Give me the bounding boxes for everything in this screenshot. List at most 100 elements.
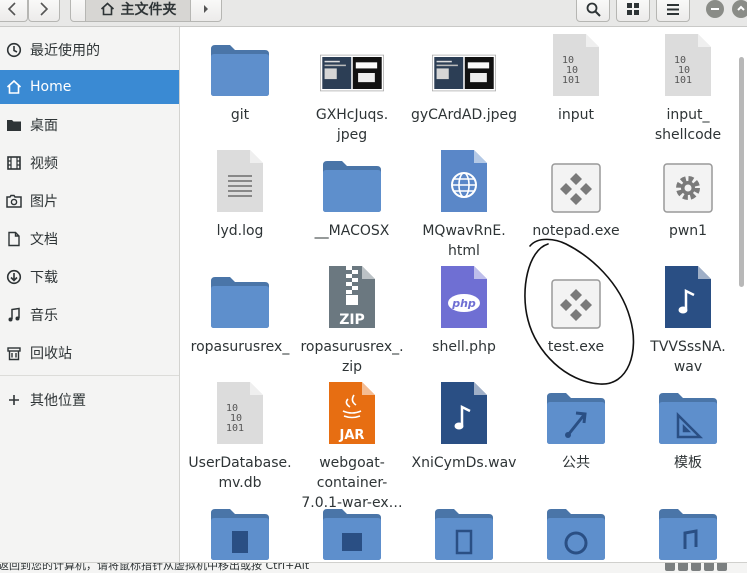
sidebar-item-label: 文档 xyxy=(30,232,58,248)
vm-tray-icon[interactable] xyxy=(665,563,675,571)
file-item[interactable]: __MACOSX xyxy=(296,143,408,241)
file-item[interactable]: git xyxy=(184,27,296,125)
sidebar-separator xyxy=(0,375,179,376)
file-name: __MACOSX xyxy=(314,223,390,239)
sidebar-item-picture[interactable]: 图片 xyxy=(0,184,179,218)
file-item[interactable]: 10 10 101 input xyxy=(520,27,632,125)
binary-file-icon: 10 10 101 xyxy=(208,375,272,445)
html-file-icon xyxy=(432,143,496,213)
minimize-button[interactable] xyxy=(706,0,724,18)
executable-icon xyxy=(544,259,608,329)
maximize-button[interactable] xyxy=(732,0,747,18)
sidebar-item-label: Home xyxy=(30,79,72,95)
sidebar-item-label: 视频 xyxy=(30,156,58,172)
file-item[interactable]: ZIP ropasurusrex_. zip xyxy=(296,259,408,377)
file-item[interactable] xyxy=(184,491,296,569)
folder-download-icon xyxy=(544,491,608,561)
folder-icon xyxy=(320,143,384,213)
music-icon xyxy=(8,307,20,322)
file-item[interactable]: ropasurusrex_ xyxy=(184,259,296,357)
search-icon xyxy=(586,2,601,17)
path-crumb-forward[interactable] xyxy=(191,0,221,21)
file-item[interactable]: 模板 xyxy=(632,375,744,473)
file-item[interactable]: XniCymDs.wav xyxy=(408,375,520,473)
sidebar-item-download[interactable]: 下载 xyxy=(0,260,179,294)
chevron-right-icon xyxy=(40,2,49,16)
svg-text:ZIP: ZIP xyxy=(339,312,365,328)
file-item[interactable]: 公共 xyxy=(520,375,632,473)
vm-tray-icon[interactable] xyxy=(691,563,701,571)
sidebar-item-label: 图片 xyxy=(30,194,58,210)
maximize-icon xyxy=(737,5,745,11)
file-grid[interactable]: git GXHcJuqs. jpeg gyCArdAD.jpeg 10 10 1… xyxy=(180,27,747,572)
file-item[interactable]: test.exe xyxy=(520,259,632,357)
folder-pictures-icon xyxy=(320,491,384,561)
sidebar-item-music[interactable]: 音乐 xyxy=(0,298,179,332)
file-item[interactable]: GXHcJuqs. jpeg xyxy=(296,27,408,145)
svg-text:101: 101 xyxy=(562,75,580,86)
file-item[interactable]: gyCArdAD.jpeg xyxy=(408,27,520,125)
file-name: ropasurusrex_ xyxy=(190,339,290,355)
home-icon xyxy=(100,2,114,16)
file-item[interactable]: php shell.php xyxy=(408,259,520,357)
view-toggle-button[interactable] xyxy=(616,0,650,22)
sidebar-item-recent[interactable]: 最近使用的 xyxy=(0,33,179,67)
svg-text:101: 101 xyxy=(674,75,692,86)
svg-text:php: php xyxy=(451,297,476,310)
path-bar-overflow[interactable] xyxy=(71,0,86,21)
video-icon xyxy=(7,156,21,170)
file-item[interactable] xyxy=(632,491,744,569)
file-name: MQwavRnE. html xyxy=(422,223,506,259)
file-item[interactable]: TVVSssNA. wav xyxy=(632,259,744,377)
menu-button[interactable] xyxy=(656,0,690,22)
file-item[interactable]: notepad.exe xyxy=(520,143,632,241)
forward-button[interactable] xyxy=(28,0,60,22)
grid-view-icon xyxy=(627,3,639,15)
file-name: input xyxy=(557,107,594,123)
vm-tray-icon[interactable] xyxy=(717,563,727,571)
recent-icon-wrap xyxy=(5,41,23,59)
file-item[interactable]: lyd.log xyxy=(184,143,296,241)
file-name: XniCymDs.wav xyxy=(411,455,517,471)
file-name: shell.php xyxy=(432,339,496,355)
sidebar-item-plus[interactable]: 其他位置 xyxy=(0,383,179,417)
sidebar-item-desktop[interactable]: 桌面 xyxy=(0,108,179,142)
binary-file-icon: 10 10 101 xyxy=(656,27,720,97)
minimize-icon xyxy=(711,8,719,10)
file-item[interactable]: 10 10 101 UserDatabase. mv.db xyxy=(184,375,296,493)
chevron-left-icon xyxy=(7,2,16,16)
back-button[interactable] xyxy=(0,0,28,22)
file-name: 公共 xyxy=(562,455,590,471)
file-item[interactable]: 10 10 101 input_ shellcode xyxy=(632,27,744,145)
java-archive-icon: JAR xyxy=(320,375,384,445)
vm-tray-icon[interactable] xyxy=(678,563,688,571)
sidebar-item-document[interactable]: 文档 xyxy=(0,222,179,256)
gear-icon xyxy=(656,143,720,213)
folder-icon xyxy=(208,259,272,329)
binary-file-icon: 10 10 101 xyxy=(544,27,608,97)
file-item[interactable]: MQwavRnE. html xyxy=(408,143,520,261)
file-item[interactable]: pwn1 xyxy=(632,143,744,241)
file-item[interactable] xyxy=(408,491,520,569)
file-name: git xyxy=(230,107,250,123)
file-name: lyd.log xyxy=(216,223,264,239)
music-icon-wrap xyxy=(5,306,23,324)
sidebar-item-trash[interactable]: 回收站 xyxy=(0,336,179,370)
path-crumb-home[interactable]: 主文件夹 xyxy=(86,0,191,21)
search-button[interactable] xyxy=(576,0,610,22)
file-item[interactable] xyxy=(296,491,408,569)
header-bar: 主文件夹 xyxy=(0,0,747,27)
desktop-icon xyxy=(7,120,21,131)
vm-status-message: 返回到您的计算机，请将鼠标指针从虚拟机中移出或按 Ctrl+Alt xyxy=(0,562,310,572)
file-name: input_ shellcode xyxy=(654,107,722,143)
file-item[interactable] xyxy=(520,491,632,569)
plus-icon-wrap xyxy=(5,391,23,409)
picture-icon xyxy=(6,194,22,208)
sidebar-item-video[interactable]: 视频 xyxy=(0,146,179,180)
file-name: 模板 xyxy=(674,455,702,471)
recent-icon xyxy=(6,42,22,58)
folder-music-icon xyxy=(656,491,720,561)
sidebar-item-home[interactable]: Home xyxy=(0,70,179,104)
download-icon-wrap xyxy=(5,268,23,286)
vm-tray-icon[interactable] xyxy=(704,563,714,571)
